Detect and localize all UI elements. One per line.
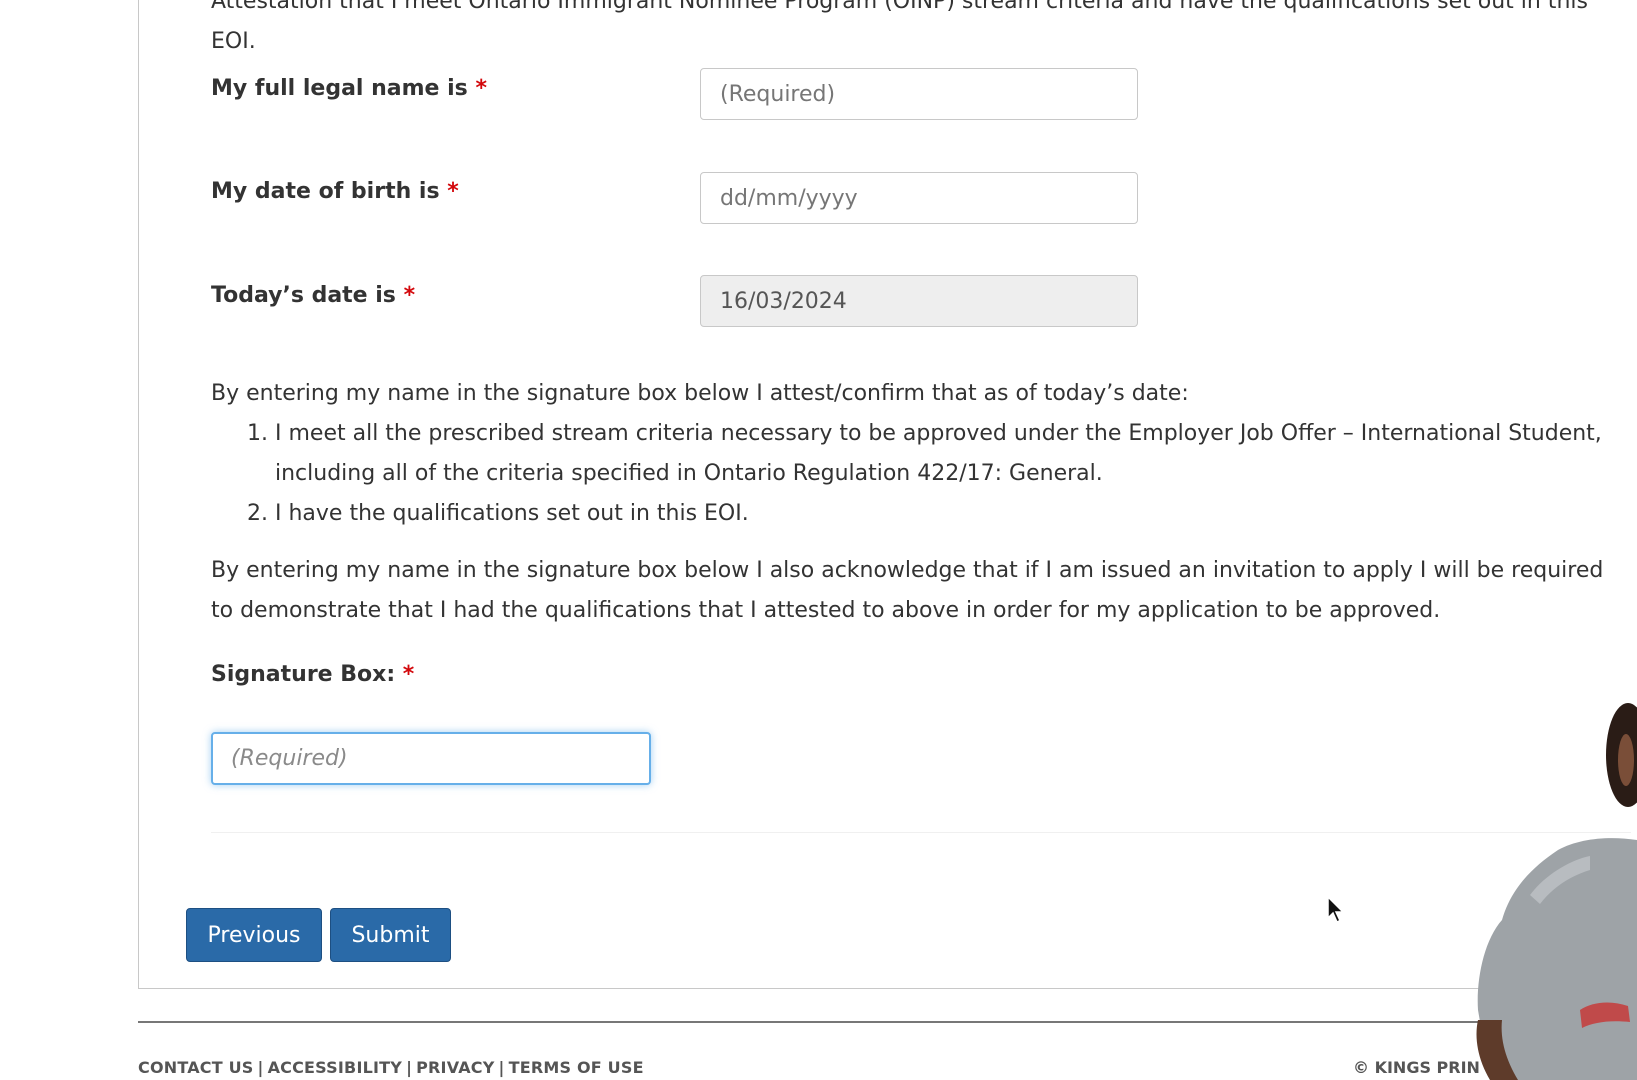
signature-label: Signature Box: * — [211, 662, 414, 687]
submit-button[interactable]: Submit — [330, 908, 451, 962]
attestation-intro: By entering my name in the signature box… — [211, 381, 1189, 406]
signature-input[interactable] — [211, 732, 651, 785]
contact-us-link[interactable]: CONTACT US — [138, 1058, 254, 1077]
full-name-label: My full legal name is * — [211, 76, 487, 101]
oinp-eoi-attestation-page: Attestation that I meet Ontario Immigran… — [0, 0, 1637, 1080]
required-asterisk: * — [475, 76, 487, 101]
footer-links: CONTACT US | ACCESSIBILITY | PRIVACY | TERMS O… — [138, 1058, 644, 1077]
accessibility-link[interactable]: ACCESSIBILITY — [268, 1058, 402, 1077]
required-asterisk: * — [402, 662, 415, 687]
section-divider — [211, 832, 1631, 833]
footer-separator: | — [257, 1058, 264, 1077]
mouse-pointer-icon — [1327, 896, 1345, 924]
attestation-list: I meet all the prescribed stream criteri… — [211, 414, 1635, 534]
required-asterisk: * — [447, 179, 459, 204]
privacy-link[interactable]: PRIVACY — [416, 1058, 494, 1077]
attestation-item: I have the qualifications set out in thi… — [275, 494, 1635, 534]
acknowledgement-text: By entering my name in the signature box… — [211, 558, 1604, 623]
presenter-webcam-overlay — [1476, 703, 1637, 1080]
attestation-item: I meet all the prescribed stream criteri… — [275, 414, 1635, 494]
attestation-heading-text: Attestation that I meet Ontario Immigran… — [211, 0, 1588, 54]
required-asterisk: * — [403, 283, 416, 308]
dob-label-text: My date of birth is — [211, 179, 440, 204]
footer-separator: | — [406, 1058, 413, 1077]
dob-input[interactable] — [700, 172, 1138, 224]
footer-divider — [138, 1021, 1637, 1023]
dob-label: My date of birth is * — [211, 179, 459, 204]
previous-button[interactable]: Previous — [186, 908, 322, 962]
terms-of-use-link[interactable]: TERMS OF USE — [509, 1058, 644, 1077]
today-date-label-text: Today’s date is — [211, 283, 396, 308]
today-date-input — [700, 275, 1138, 327]
copyright-text: © KINGS PRIN — [1353, 1058, 1480, 1077]
full-name-input[interactable] — [700, 68, 1138, 120]
signature-label-text: Signature Box: — [211, 662, 396, 687]
full-name-label-text: My full legal name is — [211, 76, 468, 101]
today-date-label: Today’s date is * — [211, 283, 415, 308]
footer-separator: | — [498, 1058, 505, 1077]
